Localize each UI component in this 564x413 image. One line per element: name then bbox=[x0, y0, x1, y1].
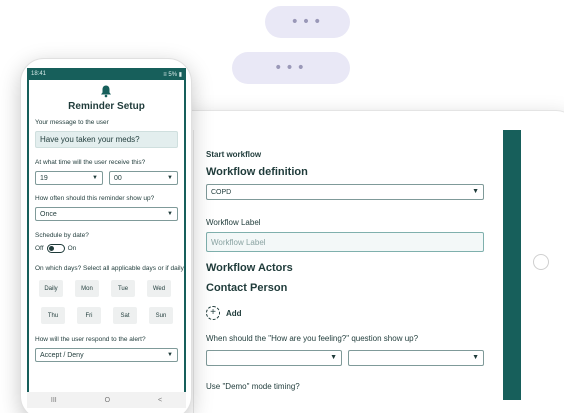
typing-dots: ••• bbox=[290, 14, 325, 30]
day-fri[interactable]: Fri bbox=[77, 307, 101, 324]
back-icon[interactable]: < bbox=[158, 397, 162, 404]
chat-bubble-bottom: ••• bbox=[232, 52, 350, 84]
chevron-down-icon: ▼ bbox=[330, 354, 337, 361]
demo-mode-label: Use "Demo" mode timing? bbox=[206, 382, 300, 391]
respond-select[interactable]: Accept / Deny ▼ bbox=[35, 348, 178, 362]
message-label: Your message to the user bbox=[35, 119, 109, 126]
hour-value: 19 bbox=[40, 174, 48, 182]
phone-screen: Reminder Setup Your message to the user … bbox=[27, 68, 186, 405]
day-sun[interactable]: Sun bbox=[149, 307, 173, 324]
day-sat[interactable]: Sat bbox=[113, 307, 137, 324]
respond-label: How will the user respond to the alert? bbox=[35, 336, 146, 343]
respond-value: Accept / Deny bbox=[40, 351, 84, 359]
message-input[interactable]: Have you taken your meds? bbox=[35, 131, 178, 148]
reminder-setup-title: Reminder Setup bbox=[68, 101, 145, 112]
hour-select[interactable]: 19 ▼ bbox=[35, 171, 103, 185]
day-daily[interactable]: Daily bbox=[39, 280, 63, 297]
frequency-value: Once bbox=[40, 210, 57, 218]
workflow-label-input[interactable]: Workflow Label bbox=[206, 232, 484, 252]
status-indicators: ≡ 5% ▮ bbox=[163, 71, 182, 78]
home-icon[interactable]: O bbox=[105, 397, 110, 404]
frequency-label: How often should this reminder show up? bbox=[35, 195, 155, 202]
minute-select[interactable]: 00 ▼ bbox=[109, 171, 178, 185]
workflow-definition-value: COPD bbox=[211, 188, 232, 196]
chevron-down-icon: ▼ bbox=[167, 211, 173, 217]
question-minute-select[interactable]: ▼ bbox=[348, 350, 484, 366]
workflow-label-heading: Workflow Label bbox=[206, 218, 261, 227]
tablet-screen: Start workflow Workflow definition COPD … bbox=[193, 130, 521, 413]
question-hour-select[interactable]: ▼ bbox=[206, 350, 342, 366]
workflow-definition-select[interactable]: COPD ▼ bbox=[206, 184, 484, 200]
chevron-down-icon: ▼ bbox=[167, 352, 173, 358]
day-wed[interactable]: Wed bbox=[147, 280, 171, 297]
schedule-toggle[interactable]: Off On bbox=[35, 244, 76, 253]
day-thu[interactable]: Thu bbox=[41, 307, 65, 324]
tablet-home-button[interactable] bbox=[533, 254, 549, 270]
workflow-definition-heading: Workflow definition bbox=[206, 166, 308, 178]
plus-circle-icon: + bbox=[206, 306, 220, 320]
start-workflow-label: Start workflow bbox=[206, 150, 262, 159]
workflow-label-placeholder: Workflow Label bbox=[211, 237, 266, 247]
toggle-off-label: Off bbox=[35, 245, 44, 252]
question-timing-label: When should the "How are you feeling?" q… bbox=[206, 334, 419, 343]
phone-status-bar: 18:41 ≡ 5% ▮ bbox=[27, 68, 186, 80]
workflow-actors-heading: Workflow Actors bbox=[206, 262, 293, 274]
toggle-knob bbox=[48, 246, 54, 251]
recent-apps-icon[interactable]: III bbox=[51, 397, 57, 404]
schedule-label: Schedule by date? bbox=[35, 232, 89, 239]
chevron-down-icon: ▼ bbox=[472, 188, 479, 195]
chevron-down-icon: ▼ bbox=[167, 175, 173, 181]
status-time: 18:41 bbox=[31, 71, 47, 77]
phone-nav-bar: III O < bbox=[27, 392, 186, 408]
chevron-down-icon: ▼ bbox=[472, 354, 479, 361]
minute-value: 00 bbox=[114, 174, 122, 182]
bell-icon bbox=[99, 84, 113, 98]
add-label: Add bbox=[226, 308, 242, 318]
toggle-switch[interactable] bbox=[46, 244, 65, 253]
chat-bubble-top: ••• bbox=[265, 6, 350, 38]
typing-dots: ••• bbox=[274, 60, 308, 76]
time-label: At what time will the user receive this? bbox=[35, 159, 146, 166]
contact-person-heading: Contact Person bbox=[206, 282, 288, 294]
message-value: Have you taken your meds? bbox=[40, 135, 140, 144]
day-mon[interactable]: Mon bbox=[75, 280, 99, 297]
chevron-down-icon: ▼ bbox=[92, 175, 98, 181]
days-label: On which days? Select all applicable day… bbox=[35, 265, 186, 272]
frequency-select[interactable]: Once ▼ bbox=[35, 207, 178, 221]
add-contact-button[interactable]: + Add bbox=[206, 306, 242, 320]
day-tue[interactable]: Tue bbox=[111, 280, 135, 297]
toggle-on-label: On bbox=[67, 245, 77, 252]
tablet-side-bar bbox=[503, 130, 521, 400]
